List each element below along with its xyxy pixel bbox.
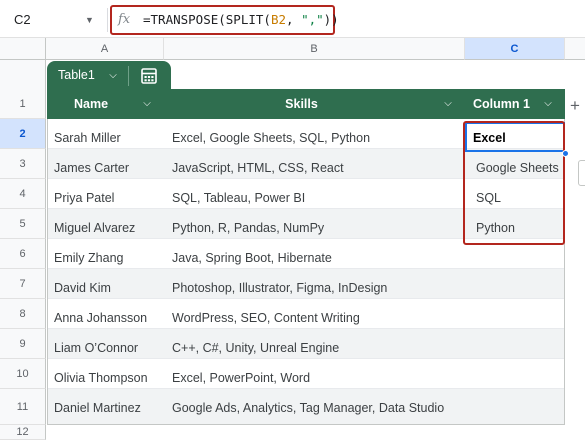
formula-input[interactable]: =TRANSPOSE(SPLIT(B2, ",")) bbox=[143, 9, 339, 31]
column-header-b[interactable]: B bbox=[164, 38, 465, 60]
cell-skills[interactable]: Excel, PowerPoint, Word bbox=[172, 363, 310, 393]
row-header-9[interactable]: 9 bbox=[0, 329, 46, 359]
chevron-down-icon[interactable]: ⌵ bbox=[104, 61, 122, 90]
row-header-3[interactable]: 3 bbox=[0, 149, 46, 179]
row-header-10[interactable]: 10 bbox=[0, 359, 46, 389]
row-header-5[interactable]: 5 bbox=[0, 209, 46, 239]
formula-string: "," bbox=[301, 12, 324, 27]
cell-name[interactable]: Priya Patel bbox=[54, 183, 114, 213]
table-view-icon[interactable] bbox=[140, 67, 158, 85]
cell-skills[interactable]: SQL, Tableau, Power BI bbox=[172, 183, 305, 213]
row-header-6[interactable]: 6 bbox=[0, 239, 46, 269]
chevron-down-icon[interactable]: ⌵ bbox=[540, 89, 556, 119]
row-header-11[interactable]: 11 bbox=[0, 389, 46, 425]
cell-skills[interactable]: Java, Spring Boot, Hibernate bbox=[172, 243, 332, 273]
cell-name[interactable]: Sarah Miller bbox=[54, 123, 121, 153]
cell-skills[interactable]: C++, C#, Unity, Unreal Engine bbox=[172, 333, 339, 363]
cell-name[interactable]: James Carter bbox=[54, 153, 129, 183]
cell-name[interactable]: David Kim bbox=[54, 273, 111, 303]
cell-name[interactable]: Anna Johansson bbox=[54, 303, 147, 333]
header-column-1[interactable]: Column 1 bbox=[473, 89, 543, 119]
cell-name[interactable]: Miguel Alvarez bbox=[54, 213, 135, 243]
row-header-7[interactable]: 7 bbox=[0, 269, 46, 299]
column-header-d[interactable] bbox=[565, 38, 585, 60]
chevron-down-icon[interactable]: ⌵ bbox=[440, 89, 456, 119]
cell-skills[interactable]: Excel, Google Sheets, SQL, Python bbox=[172, 123, 370, 153]
row-header-2[interactable]: 2 bbox=[0, 119, 46, 149]
row-header-1[interactable]: 1 bbox=[0, 89, 46, 119]
formula-prefix: =TRANSPOSE(SPLIT( bbox=[143, 12, 271, 27]
chevron-down-icon[interactable]: ▼ bbox=[85, 9, 99, 31]
row-header-blank bbox=[0, 60, 46, 89]
fill-handle[interactable] bbox=[562, 150, 569, 157]
cell-name[interactable]: Daniel Martinez bbox=[54, 393, 141, 423]
table-name[interactable]: Table1 bbox=[58, 61, 108, 90]
spill-highlight-box bbox=[463, 121, 565, 245]
cell-skills[interactable]: Photoshop, Illustrator, Figma, InDesign bbox=[172, 273, 387, 303]
fx-icon: fx bbox=[118, 12, 131, 27]
row-header-12[interactable]: 12 bbox=[0, 425, 46, 440]
divider bbox=[128, 66, 129, 86]
header-name[interactable]: Name bbox=[74, 89, 134, 119]
cell-skills[interactable]: Python, R, Pandas, NumPy bbox=[172, 213, 324, 243]
cell-skills[interactable]: JavaScript, HTML, CSS, React bbox=[172, 153, 344, 183]
cell-name[interactable]: Emily Zhang bbox=[54, 243, 123, 273]
header-skills[interactable]: Skills bbox=[164, 89, 439, 119]
column-header-a[interactable]: A bbox=[46, 38, 164, 60]
row-header-4[interactable]: 4 bbox=[0, 179, 46, 209]
side-panel-chip[interactable] bbox=[578, 160, 585, 186]
cell-name[interactable]: Liam O’Connor bbox=[54, 333, 138, 363]
formula-suffix: )) bbox=[323, 12, 339, 27]
divider bbox=[107, 8, 108, 32]
chevron-down-icon[interactable]: ⌵ bbox=[139, 89, 155, 119]
column-header-c[interactable]: C bbox=[465, 38, 565, 60]
add-column-icon[interactable]: + bbox=[566, 96, 584, 116]
row-header-8[interactable]: 8 bbox=[0, 299, 46, 329]
select-all-corner[interactable] bbox=[0, 38, 46, 60]
formula-separator: , bbox=[286, 12, 302, 27]
cell-skills[interactable]: Google Ads, Analytics, Tag Manager, Data… bbox=[172, 393, 444, 423]
formula-cell-ref: B2 bbox=[270, 12, 286, 27]
cell-name[interactable]: Olivia Thompson bbox=[54, 363, 148, 393]
cell-skills[interactable]: WordPress, SEO, Content Writing bbox=[172, 303, 360, 333]
